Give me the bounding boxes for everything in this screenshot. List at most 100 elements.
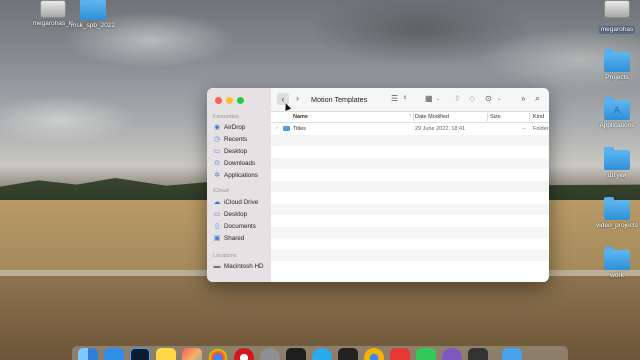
finder-sidebar: Favourites ◉ AirDrop ◷ Recents ▭ Desktop… — [207, 88, 271, 282]
folder-stack-icon[interactable] — [502, 348, 522, 360]
file-row[interactable]: › Titles 29 June 2022, 18:41 -- Folder — [271, 123, 549, 135]
finder-window[interactable]: Favourites ◉ AirDrop ◷ Recents ▭ Desktop… — [207, 88, 549, 282]
column-kind[interactable]: Kind — [533, 114, 544, 120]
expand-toolbar-icon[interactable]: » — [521, 94, 525, 103]
clock-icon: ◷ — [213, 136, 221, 143]
applications-folder-icon: A — [604, 97, 630, 120]
sidebar-item-documents[interactable]: ▯ Documents — [213, 222, 256, 231]
sidebar-item-label: iCloud Drive — [224, 198, 259, 206]
window-title: Motion Templates — [311, 95, 368, 104]
sidebar-item-downloads[interactable]: ⊙ Downloads — [213, 159, 255, 168]
file-name: Titles — [293, 126, 306, 132]
sidebar-item-desktop[interactable]: ▭ Desktop — [213, 147, 247, 156]
sidebar-item-icloud-drive[interactable]: ☁ iCloud Drive — [213, 198, 259, 207]
desktop-icon-label: work — [610, 272, 624, 279]
desktop-icon-label: штуки — [608, 172, 626, 179]
sidebar-item-icloud-desktop[interactable]: ▭ Desktop — [213, 210, 247, 219]
desktop-icon-msk-spb-2022[interactable]: msk_spb_2022 — [58, 0, 128, 30]
zoom-button[interactable] — [237, 97, 244, 104]
pdf-app-icon[interactable] — [390, 348, 410, 360]
desktop-icon-work[interactable]: work — [582, 247, 640, 280]
sidebar-item-label: AirDrop — [224, 123, 246, 131]
terminal-app-icon[interactable] — [286, 348, 306, 360]
more-actions-icon[interactable]: ⊙ — [485, 94, 492, 103]
minimize-button[interactable] — [226, 97, 233, 104]
column-date-modified[interactable]: Date Modified — [415, 114, 449, 120]
empty-row — [271, 215, 549, 227]
desktop-icon-projects[interactable]: Projects — [582, 49, 640, 82]
chrome-canary-app-icon[interactable] — [364, 348, 384, 360]
empty-row — [271, 169, 549, 181]
empty-row — [271, 180, 549, 192]
sidebar-item-shared[interactable]: ▣ Shared — [213, 234, 245, 243]
browser-app-icon[interactable] — [442, 348, 462, 360]
forward-button[interactable]: › — [296, 93, 299, 103]
desktop-icon-shtuki[interactable]: штуки — [582, 147, 640, 180]
empty-row — [271, 134, 549, 146]
empty-row — [271, 146, 549, 158]
finder-toolbar: ‹ › Motion Templates ☰ ⇕ ▦ ⌄ ⇪ ◇ ⊙ ⌄ » ⌕ — [271, 88, 549, 112]
empty-row — [271, 249, 549, 261]
finder-app-icon[interactable] — [78, 348, 98, 360]
share-icon[interactable]: ⇪ — [454, 94, 461, 103]
empty-row — [271, 238, 549, 250]
desktop-icon-video-projects[interactable]: video_projects — [582, 197, 640, 230]
telegram-app-icon[interactable] — [312, 348, 332, 360]
close-button[interactable] — [215, 97, 222, 104]
chevron-down-icon[interactable]: ⇕ — [403, 95, 407, 101]
finder-main: ‹ › Motion Templates ☰ ⇕ ▦ ⌄ ⇪ ◇ ⊙ ⌄ » ⌕… — [271, 88, 549, 282]
desktop-icon: ▭ — [213, 148, 221, 155]
disclosure-chevron-icon[interactable]: › — [276, 125, 278, 131]
photoshop-app-icon[interactable] — [130, 348, 150, 360]
dock — [72, 346, 568, 360]
column-name[interactable]: Name — [293, 114, 308, 120]
column-size[interactable]: Size — [490, 114, 501, 120]
sidebar-item-label: Shared — [224, 234, 245, 242]
sidebar-item-macintosh-hd[interactable]: ▬ Macintosh HD — [213, 263, 264, 270]
sidebar-item-applications[interactable]: ✲ Applications — [213, 171, 258, 180]
sidebar-heading-icloud: iCloud — [213, 188, 229, 194]
sidebar-item-recents[interactable]: ◷ Recents — [213, 135, 247, 144]
folder-icon — [283, 126, 290, 131]
unity-app-icon[interactable] — [338, 348, 358, 360]
desktop-icon-label: Projects — [605, 74, 629, 81]
search-icon[interactable]: ⌕ — [535, 93, 540, 104]
grid-view-icon[interactable]: ▦ — [425, 94, 433, 103]
notes-app-icon[interactable] — [156, 348, 176, 360]
file-size: -- — [522, 126, 526, 132]
desktop-icon-megarohas[interactable]: megarohas — [582, 0, 640, 36]
desktop-icon: ▭ — [213, 211, 221, 218]
chrome-app-icon[interactable] — [208, 348, 228, 360]
desktop-icon-label: Applications — [599, 122, 635, 129]
final-cut-app-icon[interactable] — [468, 348, 488, 360]
sort-chevron-icon: ⌃ — [408, 114, 413, 120]
folder-icon — [604, 147, 630, 170]
mail-app-icon[interactable] — [104, 348, 124, 360]
desktop-icon-applications[interactable]: A Applications — [582, 97, 640, 130]
sidebar-heading-locations: Locations — [213, 253, 237, 259]
folder-icon — [604, 197, 630, 220]
system-settings-app-icon[interactable] — [260, 348, 280, 360]
numbers-app-icon[interactable] — [416, 348, 436, 360]
empty-row — [271, 157, 549, 169]
opera-app-icon[interactable] — [234, 348, 254, 360]
download-icon: ⊙ — [214, 160, 220, 167]
desktop-icon-label: video_projects — [596, 222, 638, 229]
tag-icon[interactable]: ◇ — [469, 94, 475, 103]
folder-icon — [604, 247, 630, 270]
list-view-icon[interactable]: ☰ — [391, 94, 398, 103]
folder-icon — [604, 49, 630, 72]
launchpad-app-icon[interactable] — [182, 348, 202, 360]
chevron-down-icon[interactable]: ⌄ — [497, 96, 501, 102]
disk-icon: ▬ — [213, 263, 221, 270]
applications-icon: ✲ — [214, 172, 220, 179]
empty-row — [271, 261, 549, 273]
chevron-down-icon[interactable]: ⌄ — [436, 96, 440, 102]
folder-icon — [80, 0, 106, 20]
empty-row — [271, 226, 549, 238]
shared-icon: ▣ — [213, 235, 221, 242]
empty-row — [271, 203, 549, 215]
file-date: 29 June 2022, 18:41 — [415, 126, 466, 132]
desktop-icon-label: msk_spb_2022 — [70, 22, 116, 29]
sidebar-item-airdrop[interactable]: ◉ AirDrop — [213, 123, 246, 132]
